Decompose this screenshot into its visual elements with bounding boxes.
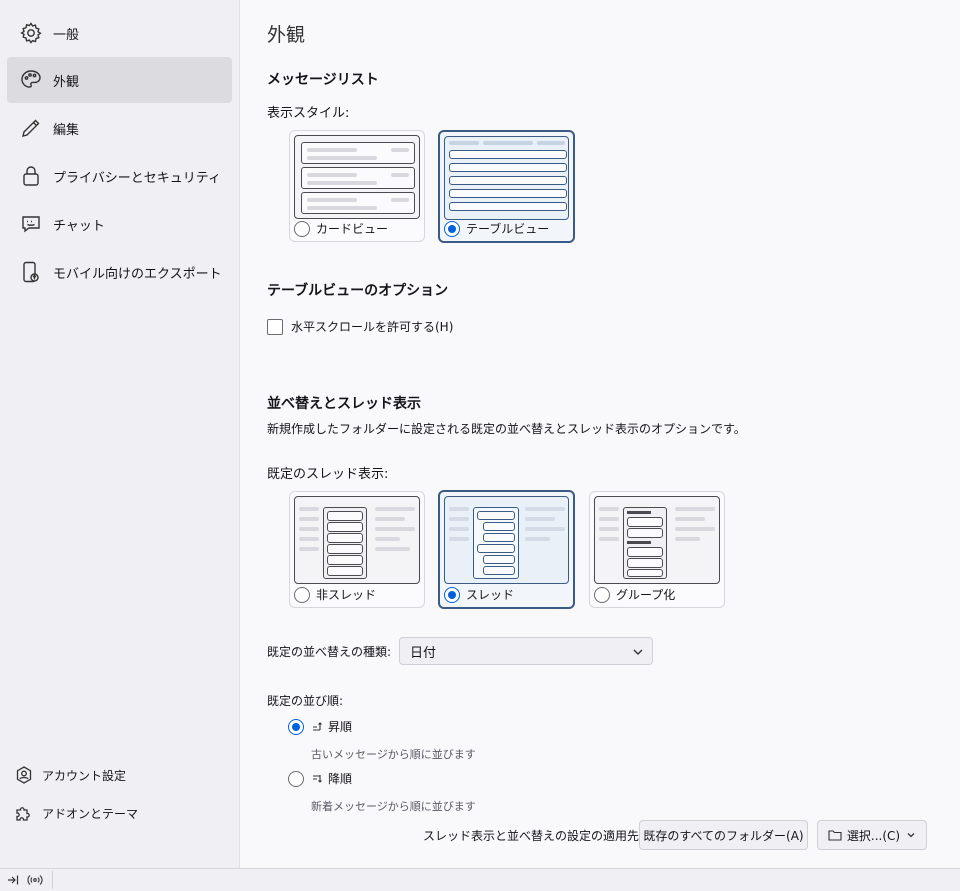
ascending-option[interactable]: 昇順 xyxy=(288,718,352,735)
descending-description: 新着メッセージから順に並びます xyxy=(311,800,476,813)
apply-all-folders-label: 既存のすべてのフォルダー(A) xyxy=(643,828,804,843)
sidebar-item-label: モバイル向けのエクスポート xyxy=(53,266,222,282)
threaded-label: スレッド xyxy=(466,588,515,602)
mobile-export-icon xyxy=(23,261,39,283)
sidebar-item-label: プライバシーとセキュリティ xyxy=(53,170,221,186)
apply-to-label: スレッド表示と並べ替えの設定の適用先: xyxy=(423,829,644,843)
status-divider xyxy=(52,871,53,889)
card-view-label: カードビュー xyxy=(316,222,389,236)
choose-folder-label: 選択...(C) xyxy=(846,828,901,843)
settings-sidebar: 一般 外観 編集 プライバシーとセキュリティ チャット モバイル向けのエクスポー… xyxy=(0,0,240,868)
ascending-description: 古いメッセージから順に並びます xyxy=(311,748,476,761)
sidebar-item-privacy[interactable]: プライバシーとセキュリティ xyxy=(7,153,232,199)
sort-type-select[interactable]: 日付 xyxy=(399,637,653,665)
chevron-down-icon xyxy=(907,833,915,838)
horizontal-scroll-option[interactable]: 水平スクロールを許可する(H) xyxy=(267,318,453,335)
sort-type-label: 既定の並べ替えの種類: xyxy=(267,645,392,659)
unthreaded-option[interactable]: 非スレッド xyxy=(289,491,425,608)
palette-icon xyxy=(21,70,41,88)
sidebar-item-chat[interactable]: チャット xyxy=(7,201,232,247)
pencil-icon xyxy=(22,119,40,137)
threaded-preview xyxy=(444,496,569,584)
chevron-down-icon xyxy=(633,649,643,655)
table-options-heading: テーブルビューのオプション xyxy=(267,283,449,299)
sort-type-value: 日付 xyxy=(410,645,437,661)
sort-thread-description: 新規作成したフォルダーに設定される既定の並べ替えとスレッド表示のオプションです。 xyxy=(267,422,746,436)
grouped-radio[interactable] xyxy=(594,586,610,603)
account-settings-label: アカウント設定 xyxy=(42,768,127,783)
table-view-preview xyxy=(444,136,569,220)
table-view-option[interactable]: テーブルビュー xyxy=(438,130,575,243)
ascending-radio[interactable] xyxy=(288,718,304,735)
sidebar-toggle-icon[interactable] xyxy=(2,869,24,891)
settings-content: 外観 メッセージリスト 表示スタイル: カードビュー テーブルビュー テーブルビ… xyxy=(241,0,960,868)
status-bar xyxy=(0,868,960,891)
card-view-option[interactable]: カードビュー xyxy=(289,130,425,242)
table-view-radio[interactable] xyxy=(444,220,460,237)
sidebar-item-label: 一般 xyxy=(53,27,80,43)
sidebar-item-mobile-export[interactable]: モバイル向けのエクスポート xyxy=(7,249,232,295)
descending-option[interactable]: 降順 xyxy=(288,770,352,787)
descending-label: 降順 xyxy=(328,772,353,786)
table-view-label: テーブルビュー xyxy=(466,222,550,236)
card-view-preview xyxy=(294,135,420,219)
grouped-label: グループ化 xyxy=(616,588,676,602)
sort-thread-heading: 並べ替えとスレッド表示 xyxy=(267,396,421,412)
unthreaded-label: 非スレッド xyxy=(316,588,377,602)
sidebar-item-label: 編集 xyxy=(53,122,80,138)
threaded-option[interactable]: スレッド xyxy=(438,490,575,609)
puzzle-icon xyxy=(16,807,30,821)
apply-all-folders-button[interactable]: 既存のすべてのフォルダー(A) xyxy=(639,820,808,850)
grouped-option[interactable]: グループ化 xyxy=(589,491,725,608)
sidebar-item-general[interactable]: 一般 xyxy=(7,10,232,56)
sort-ascending-icon xyxy=(313,721,322,731)
lock-icon xyxy=(23,166,39,186)
card-view-radio[interactable] xyxy=(294,220,310,237)
descending-radio[interactable] xyxy=(288,770,304,787)
sort-descending-icon xyxy=(313,774,322,783)
choose-folder-button[interactable]: 選択...(C) xyxy=(817,820,927,850)
unthreaded-radio[interactable] xyxy=(294,586,310,603)
sidebar-item-label: チャット xyxy=(53,218,105,234)
gear-icon xyxy=(20,22,42,44)
addons-themes-label: アドオンとテーマ xyxy=(42,806,139,821)
threaded-radio[interactable] xyxy=(444,586,460,603)
sidebar-item-appearance[interactable]: 外観 xyxy=(7,57,232,103)
page-title: 外観 xyxy=(267,24,306,46)
default-thread-label: 既定のスレッド表示: xyxy=(267,467,389,482)
addons-themes-link[interactable]: アドオンとテーマ xyxy=(14,801,138,825)
account-settings-link[interactable]: アカウント設定 xyxy=(14,763,126,787)
horizontal-scroll-checkbox[interactable] xyxy=(267,318,283,335)
unthreaded-preview xyxy=(294,496,420,584)
sort-order-label: 既定の並び順: xyxy=(267,694,344,708)
message-list-heading: メッセージリスト xyxy=(267,72,379,88)
display-style-label: 表示スタイル: xyxy=(267,106,350,121)
sidebar-item-label: 外観 xyxy=(53,74,80,90)
ascending-label: 昇順 xyxy=(328,720,353,734)
sidebar-item-editing[interactable]: 編集 xyxy=(7,105,232,151)
grouped-preview xyxy=(594,496,720,584)
account-settings-icon xyxy=(16,766,32,784)
horizontal-scroll-label: 水平スクロールを許可する(H) xyxy=(291,320,454,334)
connection-icon[interactable] xyxy=(24,869,46,891)
chat-icon xyxy=(22,216,40,233)
folder-icon xyxy=(828,830,842,841)
